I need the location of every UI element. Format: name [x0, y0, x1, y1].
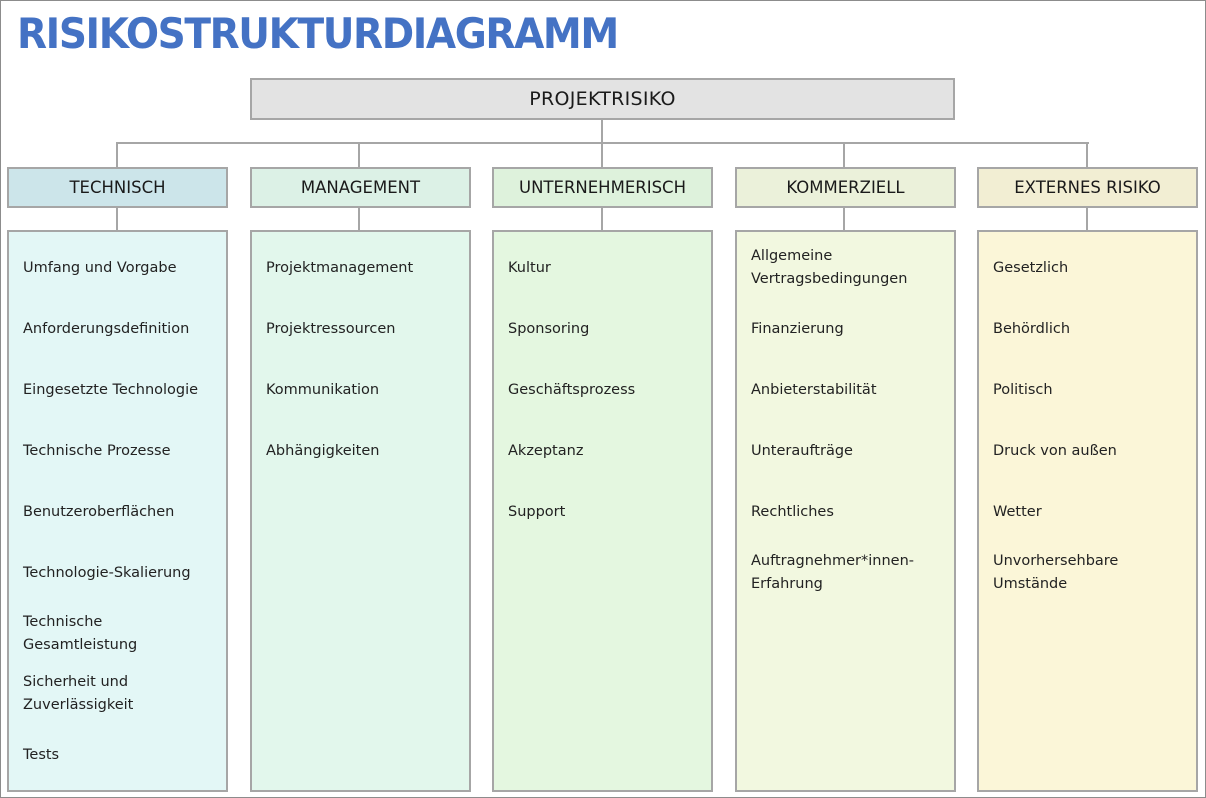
category-header-externes-risiko: EXTERNES RISIKO	[977, 167, 1198, 208]
list-item: Geschäftsprozess	[508, 382, 636, 398]
connector-list-externes-risiko	[1086, 208, 1088, 230]
list-item: Projektmanagement	[266, 260, 414, 276]
list-item: Abhängigkeiten	[266, 443, 380, 459]
root-node-projektrisiko: PROJEKTRISIKO	[250, 78, 955, 120]
risk-list-technisch: Umfang und Vorgabe Anforderungsdefinitio…	[7, 230, 228, 792]
list-item: Behördlich	[993, 321, 1071, 337]
list-item: Anforderungsdefinition	[23, 321, 190, 337]
list-item: Auftragnehmer*innen-Erfahrung	[751, 553, 915, 592]
list-item: Benutzeroberflächen	[23, 504, 175, 520]
category-label: UNTERNEHMERISCH	[519, 178, 686, 197]
list-item: Rechtliches	[751, 504, 834, 520]
list-item: Technologie-Skalierung	[23, 565, 191, 581]
risk-list-kommerziell: Allgemeine Vertragsbedingungen Finanzier…	[735, 230, 956, 792]
category-header-kommerziell: KOMMERZIELL	[735, 167, 956, 208]
category-label: TECHNISCH	[69, 178, 166, 197]
list-item: Finanzierung	[751, 321, 844, 337]
category-header-technisch: TECHNISCH	[7, 167, 228, 208]
list-item: Sicherheit und Zuverlässigkeit	[23, 674, 134, 713]
connector-list-kommerziell	[843, 208, 845, 230]
root-node-label: PROJEKTRISIKO	[529, 88, 676, 110]
connector-drop-kommerziell	[843, 142, 845, 167]
category-header-unternehmerisch: UNTERNEHMERISCH	[492, 167, 713, 208]
category-header-management: MANAGEMENT	[250, 167, 471, 208]
risk-list-management: Projektmanagement Projektressourcen Komm…	[250, 230, 471, 792]
list-item: Wetter	[993, 504, 1042, 520]
list-item: Akzeptanz	[508, 443, 584, 459]
list-item: Kultur	[508, 260, 551, 276]
list-item: Tests	[23, 747, 60, 763]
connector-list-management	[358, 208, 360, 230]
list-item: Kommunikation	[266, 382, 380, 398]
connector-drop-unternehmerisch	[601, 142, 603, 167]
connector-drop-technisch	[116, 142, 118, 167]
list-item: Allgemeine Vertragsbedingungen	[751, 248, 908, 287]
list-item: Eingesetzte Technologie	[23, 382, 199, 398]
list-item: Technische Gesamtleistung	[23, 614, 138, 653]
list-item: Politisch	[993, 382, 1053, 398]
list-item: Technische Prozesse	[23, 443, 171, 459]
connector-root-stem	[601, 120, 603, 143]
connector-list-unternehmerisch	[601, 208, 603, 230]
connector-drop-externes-risiko	[1086, 142, 1088, 167]
list-item: Unteraufträge	[751, 443, 853, 459]
category-label: EXTERNES RISIKO	[1014, 178, 1161, 197]
list-item: Unvorhersehbare Umstände	[993, 553, 1119, 592]
connector-list-technisch	[116, 208, 118, 230]
list-item: Support	[508, 504, 566, 520]
risk-list-externes-risiko: Gesetzlich Behördlich Politisch Druck vo…	[977, 230, 1198, 792]
category-label: MANAGEMENT	[300, 178, 421, 197]
list-item: Sponsoring	[508, 321, 590, 337]
list-item: Druck von außen	[993, 443, 1117, 459]
list-item: Umfang und Vorgabe	[23, 260, 177, 276]
page-title: RISIKOSTRUKTURDIAGRAMM	[17, 9, 619, 58]
list-item: Gesetzlich	[993, 260, 1069, 276]
category-label: KOMMERZIELL	[786, 178, 905, 197]
list-item: Projektressourcen	[266, 321, 396, 337]
list-item: Anbieterstabilität	[751, 382, 877, 398]
risk-list-unternehmerisch: Kultur Sponsoring Geschäftsprozess Akzep…	[492, 230, 713, 792]
connector-drop-management	[358, 142, 360, 167]
